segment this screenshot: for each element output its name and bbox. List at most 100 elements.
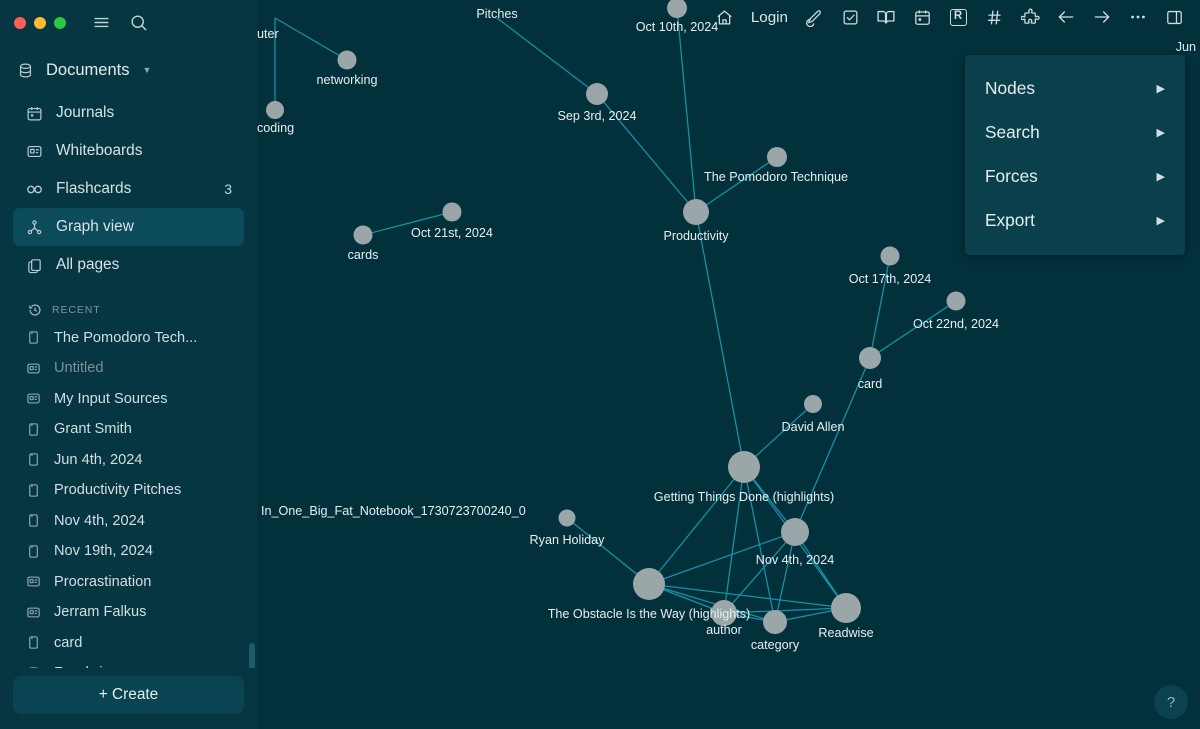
hamburger-menu-icon[interactable] [92, 13, 111, 32]
graph-node[interactable] [442, 202, 462, 222]
create-button[interactable]: + Create [13, 676, 244, 714]
recent-item-clipped[interactable]: Productivity [13, 288, 244, 297]
arrow-left-icon[interactable] [1048, 1, 1084, 33]
chevron-right-icon: ▶ [1156, 82, 1165, 95]
page-icon [25, 481, 42, 500]
top-toolbar: Login R [257, 0, 1200, 34]
hash-tag-icon[interactable] [976, 1, 1012, 33]
graph-node[interactable] [353, 225, 373, 245]
graph-view-canvas[interactable]: Login R uter coding networking Pitches S… [257, 0, 1200, 729]
graph-node-label: The Pomodoro Technique [704, 170, 848, 184]
graph-node[interactable] [558, 509, 576, 527]
graph-node[interactable] [683, 199, 709, 225]
graph-node[interactable] [804, 395, 822, 413]
toggle-right-sidebar-icon[interactable] [1156, 1, 1192, 33]
graph-node-labels: utercodingnetworkingPitchesSep 3rd, 2024… [257, 7, 999, 652]
recent-item-jun-4[interactable]: Jun 4th, 2024 [13, 445, 244, 476]
graph-node[interactable] [728, 451, 760, 483]
page-icon [25, 664, 42, 668]
graph-node[interactable] [586, 83, 608, 105]
graph-node-label: Productivity [663, 229, 729, 243]
recent-item-procrastination[interactable]: Procrastination [13, 567, 244, 598]
menu-item-label: Export [985, 209, 1035, 230]
puzzle-plugin-icon[interactable] [1012, 1, 1048, 33]
login-button[interactable]: Login [743, 1, 796, 33]
recent-item-nov-4[interactable]: Nov 4th, 2024 [13, 506, 244, 537]
maximize-window-button[interactable] [54, 16, 66, 29]
recent-item-label: Nov 19th, 2024 [54, 543, 153, 560]
graph-node[interactable] [880, 246, 900, 266]
recent-item-label: Procrastination [54, 573, 152, 590]
chevron-down-icon[interactable]: ▼ [142, 65, 151, 75]
recent-item-nov-19[interactable]: Nov 19th, 2024 [13, 536, 244, 567]
graph-node-label: networking [317, 73, 378, 87]
graph-node-label: Readwise [818, 626, 873, 640]
graph-node[interactable] [763, 610, 787, 634]
graph-node-icon [25, 218, 44, 237]
recent-item-label: Jerram Falkus [54, 604, 147, 621]
menu-item-nodes[interactable]: Nodes ▶ [965, 66, 1185, 110]
sidebar-item-journals[interactable]: Journals [13, 94, 244, 132]
graph-node[interactable] [781, 518, 809, 546]
recent-item-jerram-falkus[interactable]: Jerram Falkus [13, 597, 244, 628]
menu-item-label: Nodes [985, 77, 1035, 98]
more-ellipsis-icon[interactable] [1120, 1, 1156, 33]
graph-link [695, 156, 778, 213]
checkbox-task-icon[interactable] [832, 1, 868, 33]
graph-node-label: In_One_Big_Fat_Notebook_1730723700240_0 [261, 504, 526, 518]
arrow-right-icon[interactable] [1084, 1, 1120, 33]
graph-node-label: category [751, 638, 800, 652]
graph-nodes[interactable] [266, 0, 966, 634]
graph-node-label: cards [348, 248, 379, 262]
chevron-right-icon: ▶ [1156, 170, 1165, 183]
minimize-window-button[interactable] [34, 16, 46, 29]
whiteboard-icon [25, 389, 42, 408]
pencil-edit-icon[interactable] [796, 1, 832, 33]
whiteboard-icon [25, 572, 42, 591]
graph-node[interactable] [337, 50, 357, 70]
whiteboard-icon [25, 359, 42, 378]
graph-node[interactable] [831, 593, 861, 623]
page-icon [25, 288, 42, 291]
graph-context-menu: Nodes ▶ Search ▶ Forces ▶ Export ▶ [965, 55, 1185, 255]
recent-item-card[interactable]: card [13, 628, 244, 659]
recent-item-label: Jun 4th, 2024 [54, 451, 143, 468]
whiteboard-icon [25, 603, 42, 622]
menu-item-search[interactable]: Search ▶ [965, 110, 1185, 154]
graph-node[interactable] [859, 347, 881, 369]
recent-item-readwise[interactable]: Readwise [13, 658, 244, 668]
graph-node[interactable] [946, 291, 966, 311]
menu-item-export[interactable]: Export ▶ [965, 198, 1185, 242]
graph-node[interactable] [767, 147, 787, 167]
help-button[interactable]: ? [1154, 685, 1188, 719]
sidebar-item-label: All pages [56, 256, 120, 273]
home-icon[interactable] [707, 1, 743, 33]
graph-node-label: author [706, 623, 742, 637]
sidebar-item-flashcards[interactable]: Flashcards 3 [13, 170, 244, 208]
readwise-r-icon[interactable]: R [940, 1, 976, 33]
readwise-r-label: R [949, 8, 967, 26]
recent-item-my-input-sources[interactable]: My Input Sources [13, 384, 244, 415]
recent-item-label: Nov 4th, 2024 [54, 512, 145, 529]
calendar-icon[interactable] [904, 1, 940, 33]
sidebar-item-whiteboards[interactable]: Whiteboards [13, 132, 244, 170]
recent-item-untitled[interactable]: Untitled [13, 353, 244, 384]
sidebar-item-graph-view[interactable]: Graph view [13, 208, 244, 246]
recent-item-productivity-pitches[interactable]: Productivity Pitches [13, 475, 244, 506]
recent-item-label: Grant Smith [54, 421, 132, 438]
whiteboard-icon [25, 142, 44, 161]
search-icon[interactable] [129, 13, 148, 32]
sidebar-scrollbar[interactable] [249, 643, 255, 668]
close-window-button[interactable] [14, 16, 26, 29]
recent-item-pomodoro[interactable]: The Pomodoro Tech... [13, 323, 244, 354]
flashcards-count-badge: 3 [224, 181, 232, 197]
pages-icon [25, 256, 44, 275]
sidebar-item-all-pages[interactable]: All pages [13, 246, 244, 284]
recent-item-grant-smith[interactable]: Grant Smith [13, 414, 244, 445]
graph-node[interactable] [633, 568, 665, 600]
book-icon[interactable] [868, 1, 904, 33]
graph-node-label: card [858, 377, 883, 391]
menu-item-forces[interactable]: Forces ▶ [965, 154, 1185, 198]
graph-node[interactable] [266, 101, 284, 119]
graph-switcher[interactable]: Documents ▼ [0, 48, 257, 92]
